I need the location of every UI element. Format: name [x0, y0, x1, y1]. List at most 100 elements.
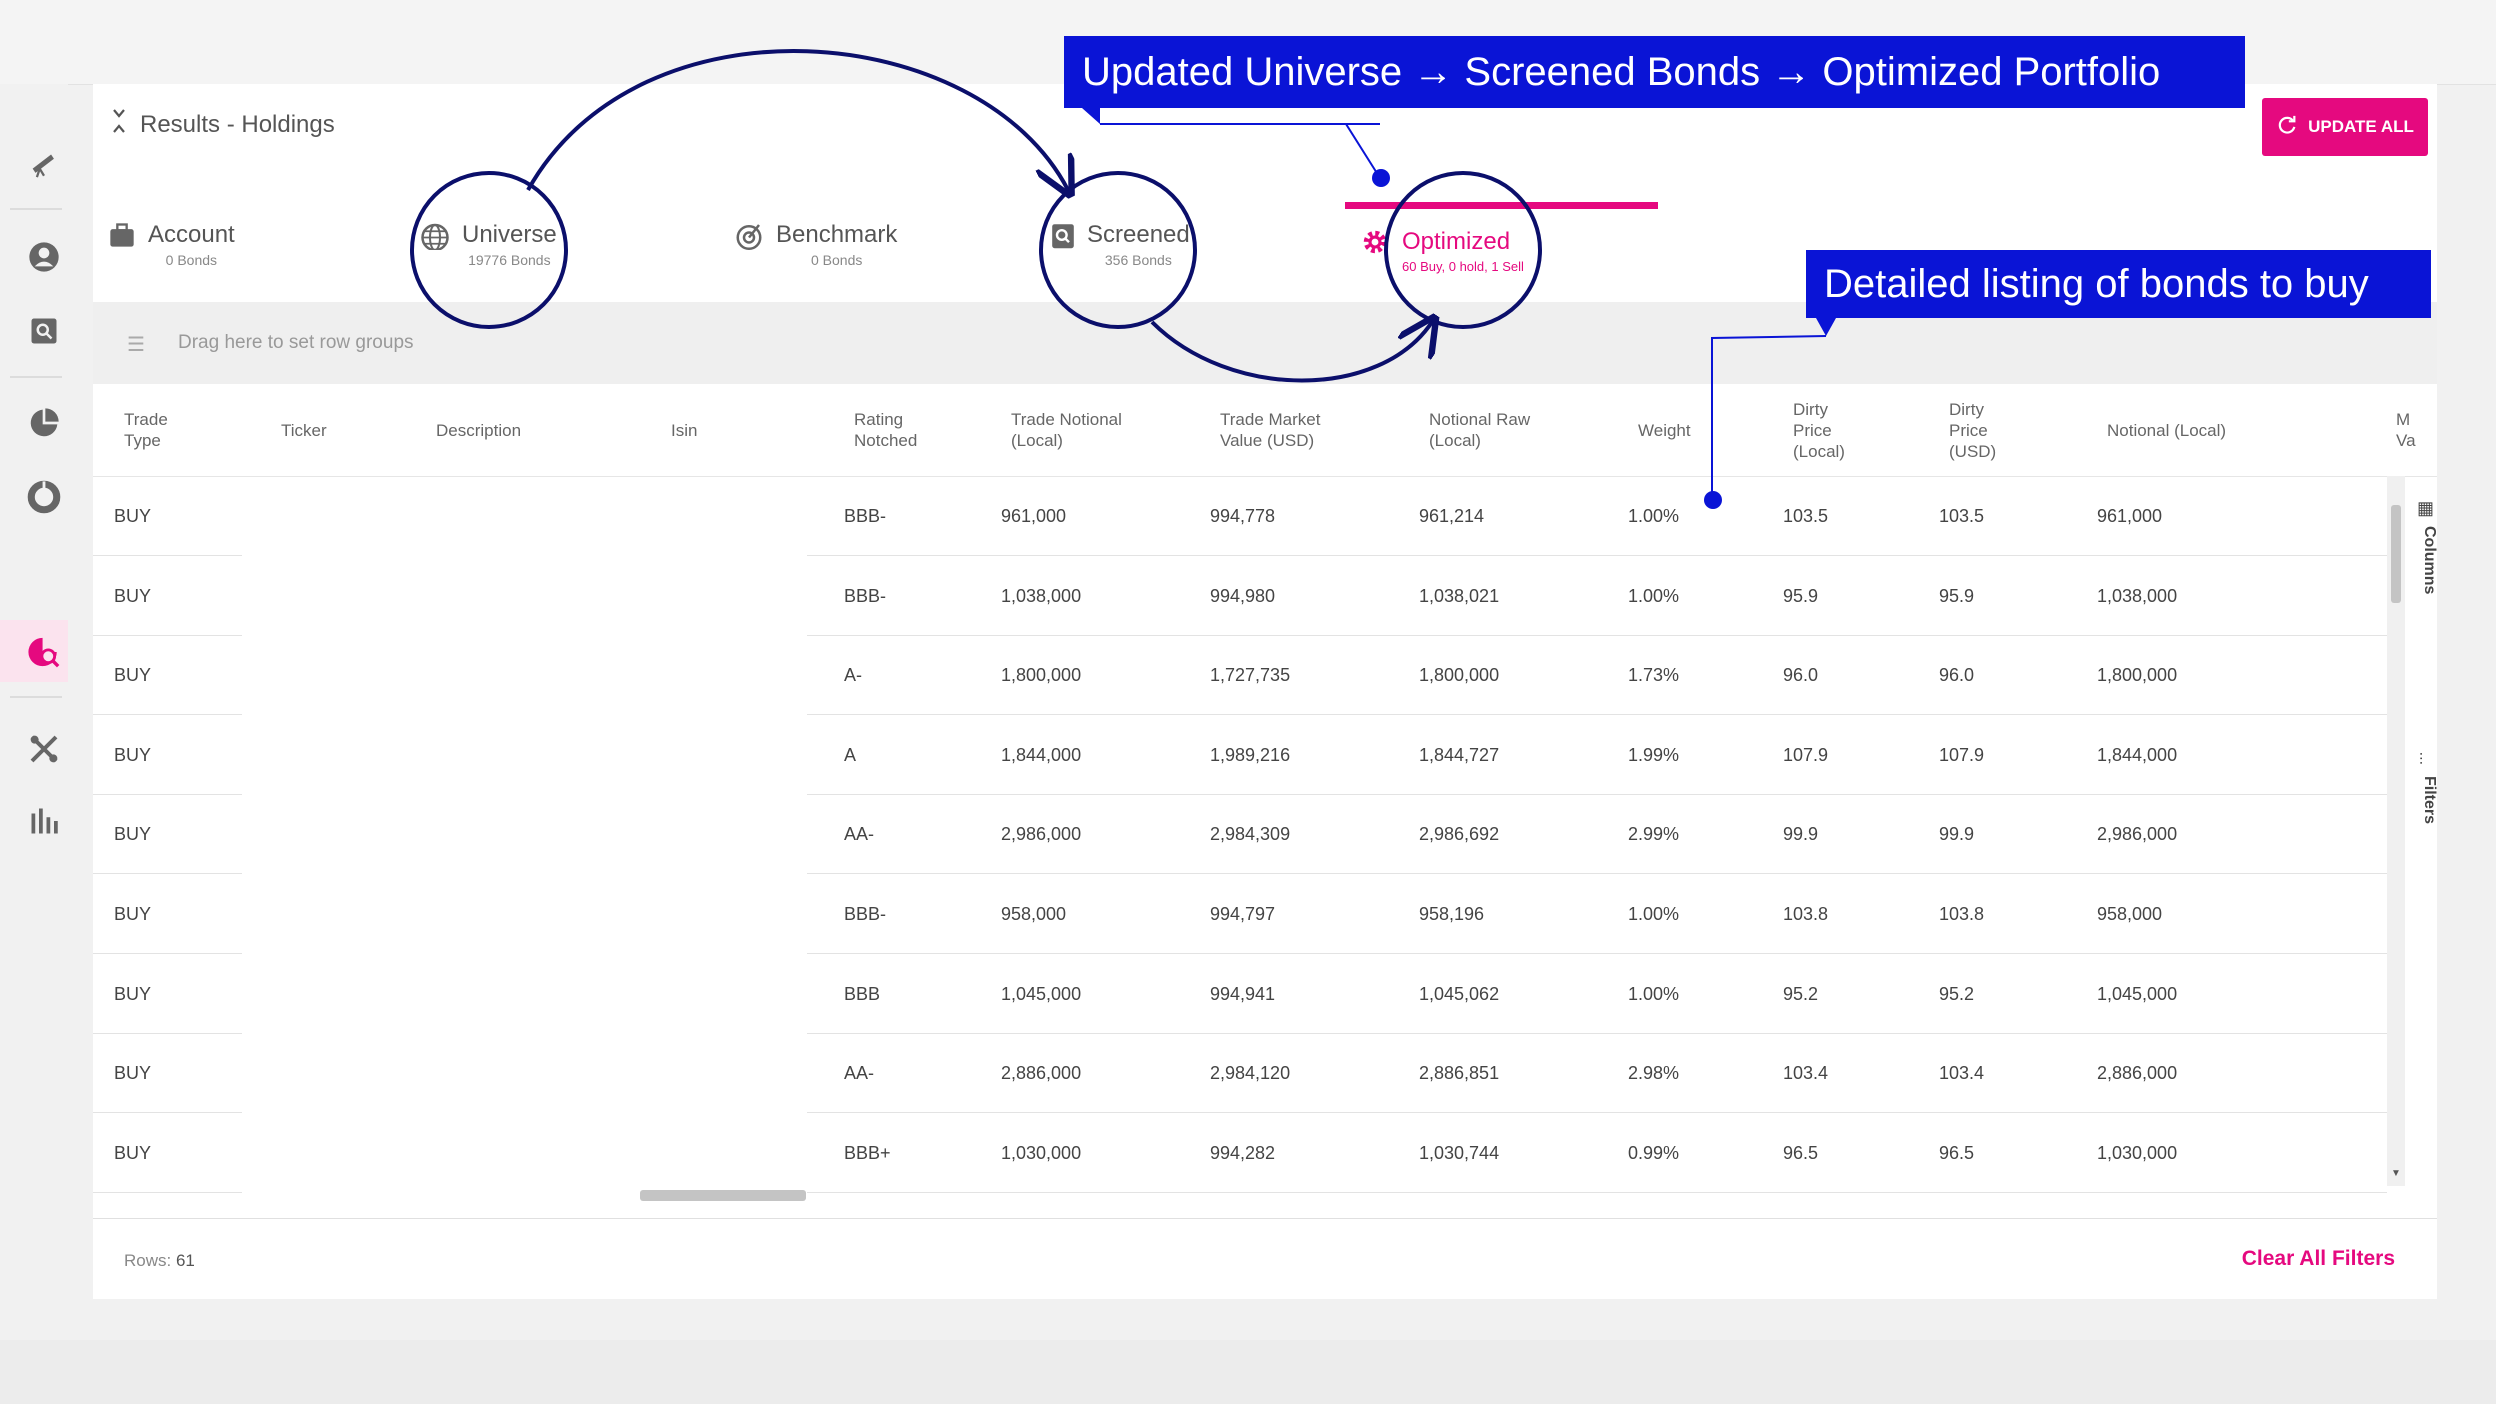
cell-weight: 1.00%: [1628, 506, 1680, 526]
cell-notional-local: 1,038,000: [2097, 585, 2178, 606]
sidebar-divider: [10, 208, 62, 210]
column-header-label: Trade Market: [1220, 410, 1321, 429]
column-header[interactable]: Weight: [1638, 384, 1691, 476]
target-icon: [734, 220, 764, 255]
cell-dirty-usd: 107.9: [1939, 744, 1985, 765]
cell-dirty-usd: 96.0: [1939, 665, 1975, 686]
cell-market-value: 994,797: [1210, 904, 1276, 924]
column-header-label: (USD): [1949, 441, 1997, 461]
cell-market-value: 994,282: [1210, 1142, 1276, 1163]
column-header[interactable]: Description: [436, 384, 521, 476]
column-header[interactable]: Trade Market Value (USD): [1220, 384, 1320, 476]
tab-optimized-content: Optimized 60 Buy, 0 hold, 1 Sell: [1360, 227, 1524, 274]
screen-search-icon: [1051, 220, 1075, 255]
cell-notional-raw: 2,886,851: [1419, 1063, 1500, 1084]
row-group-placeholder: Drag here to set row groups: [178, 332, 414, 353]
tab-account[interactable]: Account 0 Bonds: [108, 220, 235, 268]
tab-optimized[interactable]: Optimized 60 Buy, 0 hold, 1 Sell: [1345, 202, 1658, 309]
table-row[interactable]: BUY AA- 2,886,000 2,984,120 2,886,851 2.98% 10…: [93, 1034, 2387, 1114]
column-header[interactable]: Notional (Local): [2107, 384, 2226, 476]
cell-trade-type: BUY: [114, 1142, 152, 1163]
cell-trade-type: BUY: [114, 506, 152, 526]
tools-icon[interactable]: [19, 724, 69, 774]
portfolio-search-icon[interactable]: [19, 627, 69, 677]
tab-subtitle: 0 Bonds: [165, 252, 218, 268]
cell-notional-local: 958,000: [2097, 904, 2163, 924]
update-all-button[interactable]: UPDATE ALL: [2262, 98, 2428, 156]
tab-screened[interactable]: Screened 356 Bonds: [1051, 220, 1190, 268]
vertical-scroll-thumb[interactable]: [2391, 505, 2401, 603]
cell-dirty-local: 96.0: [1783, 665, 1819, 686]
cell-notional-raw: 1,038,021: [1419, 585, 1500, 606]
search-document-icon[interactable]: [19, 306, 69, 356]
column-header[interactable]: Isin: [671, 384, 697, 476]
cell-trade-notional: 958,000: [1001, 904, 1067, 924]
column-header[interactable]: Rating Notched: [854, 384, 917, 476]
column-header-label: (Local): [1793, 441, 1845, 461]
cell-rating: AA-: [844, 1063, 875, 1084]
table-row[interactable]: BUY A 1,844,000 1,989,216 1,844,727 1.99% 107.…: [93, 716, 2387, 795]
cell-notional-local: 1,800,000: [2097, 665, 2178, 686]
row-group-icon: ☰: [127, 334, 145, 356]
table-row[interactable]: BUY BBB- 1,038,000 994,980 1,038,021 1.00% 95.…: [93, 557, 2387, 636]
columns-panel-toggle[interactable]: Columns: [2420, 526, 2438, 594]
scroll-down-icon[interactable]: ▼: [2391, 1168, 2401, 1179]
pie-chart-icon[interactable]: [19, 398, 69, 448]
donut-chart-icon[interactable]: [19, 472, 69, 522]
cell-notional-raw: 1,045,062: [1419, 983, 1500, 1004]
column-header-label: Rating: [854, 410, 904, 429]
columns-grid-icon: ▦: [2417, 498, 2435, 518]
table-row[interactable]: BUY BBB+ 1,030,000 994,282 1,030,744 0.99% 96.…: [93, 1114, 2387, 1193]
column-header[interactable]: Dirty Price (USD): [1949, 384, 1996, 476]
cell-trade-type: BUY: [114, 744, 152, 765]
row-divider: [93, 1191, 242, 1193]
cell-dirty-local: 96.5: [1783, 1142, 1819, 1163]
column-header-label: Price: [1793, 420, 1832, 440]
column-header[interactable]: Notional Raw (Local): [1429, 384, 1530, 476]
table-row[interactable]: BUY BBB- 961,000 994,778 961,214 1.00% 103.5 10…: [93, 477, 2387, 556]
tab-universe[interactable]: Universe 19776 Bonds: [420, 220, 557, 268]
workflow-callout: Updated Universe → Screened Bonds → Opti…: [1064, 36, 2245, 108]
cell-trade-notional: 1,038,000: [1001, 585, 1082, 606]
column-header[interactable]: Trade Notional (Local): [1011, 384, 1122, 476]
user-icon[interactable]: [19, 232, 69, 282]
column-header[interactable]: Ticker: [281, 384, 327, 476]
cell-dirty-local: 99.9: [1783, 824, 1819, 845]
cell-notional-local: 2,986,000: [2097, 824, 2178, 845]
tab-title: Screened: [1087, 221, 1190, 248]
tab-benchmark[interactable]: Benchmark 0 Bonds: [734, 220, 897, 268]
column-header[interactable]: Dirty Price (Local): [1793, 384, 1845, 476]
cell-rating: BBB-: [844, 585, 887, 606]
table-row[interactable]: BUY BBB- 958,000 994,797 958,196 1.00% 103.8 10…: [93, 875, 2387, 954]
tab-title: Benchmark: [776, 221, 898, 248]
cell-trade-type: BUY: [114, 904, 152, 924]
column-header-label: Ticker: [281, 420, 327, 440]
table-row[interactable]: BUY BBB 1,045,000 994,941 1,045,062 1.00% 95.2…: [93, 955, 2387, 1034]
cell-dirty-local: 103.8: [1783, 904, 1829, 924]
table-row[interactable]: BUY AA- 2,986,000 2,984,309 2,986,692 2.99% 99…: [93, 795, 2387, 875]
cell-weight: 1.00%: [1628, 983, 1680, 1004]
bar-chart-icon[interactable]: [19, 796, 69, 846]
horizontal-scroll-thumb[interactable]: [640, 1190, 806, 1201]
cell-trade-notional: 1,800,000: [1001, 665, 1082, 686]
column-header[interactable]: Trade Type: [124, 384, 168, 476]
cell-weight: 1.99%: [1628, 744, 1680, 765]
gear-icon: [1360, 227, 1390, 262]
clear-all-filters-link[interactable]: Clear All Filters: [2242, 1247, 2395, 1271]
table-row[interactable]: BUY A- 1,800,000 1,727,735 1,800,000 1.73% 96.…: [93, 636, 2387, 716]
cell-notional-local: 961,000: [2097, 506, 2163, 526]
filter-icon: ⫶: [2419, 752, 2424, 769]
cell-market-value: 994,778: [1210, 506, 1276, 526]
cell-weight: 2.99%: [1628, 824, 1680, 845]
collapse-icon[interactable]: [112, 108, 126, 141]
column-header-label: M: [2396, 410, 2411, 429]
column-header-label: Description: [436, 420, 522, 440]
filters-panel-toggle[interactable]: Filters: [2420, 776, 2438, 824]
cell-market-value: 2,984,120: [1210, 1063, 1291, 1084]
cell-rating: BBB-: [844, 506, 887, 526]
cell-notional-raw: 961,214: [1419, 506, 1485, 526]
cell-dirty-local: 103.4: [1783, 1063, 1829, 1084]
column-header[interactable]: M Va: [2396, 384, 2416, 476]
telescope-icon[interactable]: [19, 138, 69, 188]
tab-title: Universe: [462, 221, 557, 248]
